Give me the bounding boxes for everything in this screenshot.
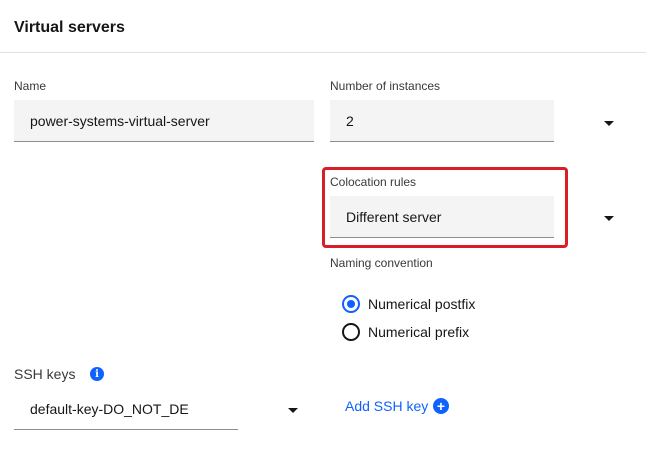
instances-label: Number of instances [330, 79, 441, 93]
instances-select-value: 2 [346, 112, 354, 129]
colocation-chevron-down-icon[interactable] [604, 216, 614, 221]
colocation-select[interactable]: Different server [330, 196, 554, 238]
section-divider [0, 52, 646, 53]
name-label: Name [14, 79, 47, 93]
plus-circle-icon[interactable]: + [433, 398, 449, 414]
ssh-key-select-value: default-key-DO_NOT_DE [30, 400, 189, 417]
radio-numerical-prefix[interactable] [342, 323, 360, 341]
section-title: Virtual servers [14, 19, 125, 36]
ssh-key-select[interactable]: default-key-DO_NOT_DE [14, 388, 238, 430]
radio-numerical-postfix[interactable] [342, 295, 360, 313]
colocation-label: Colocation rules [330, 175, 417, 189]
ssh-key-chevron-down-icon[interactable] [288, 408, 298, 413]
info-icon[interactable]: i [90, 367, 104, 381]
instances-chevron-down-icon[interactable] [604, 121, 614, 126]
add-ssh-key-link[interactable]: Add SSH key [345, 398, 428, 414]
radio-numerical-postfix-label[interactable]: Numerical postfix [368, 296, 475, 312]
colocation-select-value: Different server [346, 208, 442, 225]
radio-selected-dot [347, 300, 355, 308]
radio-numerical-prefix-label[interactable]: Numerical prefix [368, 324, 469, 340]
ssh-keys-label: SSH keys [14, 366, 76, 382]
naming-label: Naming convention [330, 256, 433, 270]
instances-select[interactable]: 2 [330, 100, 554, 142]
name-input-value: power-systems-virtual-server [30, 112, 210, 129]
name-input[interactable]: power-systems-virtual-server [14, 100, 314, 142]
